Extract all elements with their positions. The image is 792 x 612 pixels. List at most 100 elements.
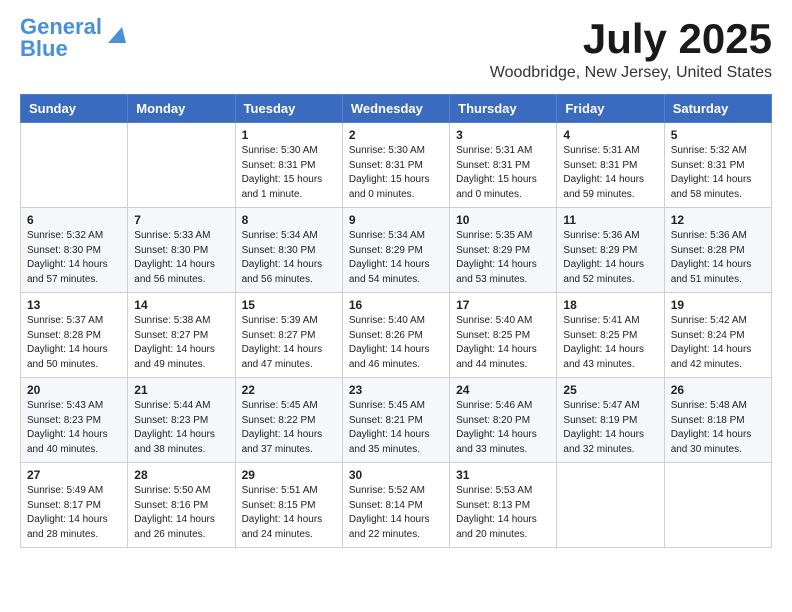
day-info: Sunrise: 5:42 AMSunset: 8:24 PMDaylight:… — [671, 314, 765, 372]
calendar-cell: 1Sunrise: 5:30 AMSunset: 8:31 PMDaylight… — [235, 123, 342, 208]
calendar-cell — [128, 123, 235, 208]
day-number: 22 — [242, 383, 336, 397]
day-info: Sunrise: 5:45 AMSunset: 8:22 PMDaylight:… — [242, 399, 336, 457]
day-info: Sunrise: 5:41 AMSunset: 8:25 PMDaylight:… — [563, 314, 657, 372]
day-info: Sunrise: 5:32 AMSunset: 8:31 PMDaylight:… — [671, 144, 765, 202]
calendar-cell — [557, 463, 664, 548]
calendar-cell: 18 Sunrise: 5:41 AMSunset: 8:25 PMDayligh… — [557, 293, 664, 378]
weekday-header-sunday: Sunday — [21, 95, 128, 123]
day-info: Sunrise: 5:51 AMSunset: 8:15 PMDaylight:… — [242, 484, 336, 542]
day-info: Sunrise: 5:37 AMSunset: 8:28 PMDaylight:… — [27, 314, 121, 372]
day-number: 29 — [242, 468, 336, 482]
logo-text: GeneralBlue — [20, 16, 102, 60]
calendar-week-1: 1Sunrise: 5:30 AMSunset: 8:31 PMDaylight… — [21, 123, 772, 208]
day-number: 26 — [671, 383, 765, 397]
calendar-cell: 10Sunrise: 5:35 AMSunset: 8:29 PMDayligh… — [450, 208, 557, 293]
title-section: July 2025 Woodbridge, New Jersey, United… — [490, 16, 772, 82]
calendar-cell: 6 Sunrise: 5:32 AMSunset: 8:30 PMDaylight… — [21, 208, 128, 293]
day-info: Sunrise: 5:31 AMSunset: 8:31 PMDaylight:… — [563, 144, 657, 202]
calendar-cell: 30 Sunrise: 5:52 AMSunset: 8:14 PMDayligh… — [342, 463, 449, 548]
weekday-header-friday: Friday — [557, 95, 664, 123]
logo: GeneralBlue — [20, 16, 126, 60]
day-info: Sunrise: 5:48 AMSunset: 8:18 PMDaylight:… — [671, 399, 765, 457]
day-number: 6 — [27, 213, 121, 227]
calendar-cell: 17 Sunrise: 5:40 AMSunset: 8:25 PMDayligh… — [450, 293, 557, 378]
day-number: 2 — [349, 128, 443, 142]
calendar-cell: 5 Sunrise: 5:32 AMSunset: 8:31 PMDaylight… — [664, 123, 771, 208]
calendar-cell: 20Sunrise: 5:43 AMSunset: 8:23 PMDayligh… — [21, 378, 128, 463]
day-info: Sunrise: 5:32 AMSunset: 8:30 PMDaylight:… — [27, 229, 121, 287]
day-number: 19 — [671, 298, 765, 312]
page-header: GeneralBlue July 2025 Woodbridge, New Je… — [20, 16, 772, 82]
calendar-cell: 31Sunrise: 5:53 AMSunset: 8:13 PMDayligh… — [450, 463, 557, 548]
calendar-cell — [664, 463, 771, 548]
calendar-cell: 28Sunrise: 5:50 AMSunset: 8:16 PMDayligh… — [128, 463, 235, 548]
day-number: 17 — [456, 298, 550, 312]
calendar-week-5: 27Sunrise: 5:49 AMSunset: 8:17 PMDayligh… — [21, 463, 772, 548]
day-info: Sunrise: 5:33 AMSunset: 8:30 PMDaylight:… — [134, 229, 228, 287]
day-info: Sunrise: 5:46 AMSunset: 8:20 PMDaylight:… — [456, 399, 550, 457]
calendar-cell: 14 Sunrise: 5:38 AMSunset: 8:27 PMDayligh… — [128, 293, 235, 378]
month-title: July 2025 — [490, 16, 772, 62]
weekday-header-tuesday: Tuesday — [235, 95, 342, 123]
calendar-cell: 25Sunrise: 5:47 AMSunset: 8:19 PMDayligh… — [557, 378, 664, 463]
weekday-header-wednesday: Wednesday — [342, 95, 449, 123]
location: Woodbridge, New Jersey, United States — [490, 64, 772, 82]
calendar-cell: 15 Sunrise: 5:39 AMSunset: 8:27 PMDayligh… — [235, 293, 342, 378]
day-number: 16 — [349, 298, 443, 312]
day-number: 27 — [27, 468, 121, 482]
day-number: 25 — [563, 383, 657, 397]
day-number: 15 — [242, 298, 336, 312]
day-info: Sunrise: 5:39 AMSunset: 8:27 PMDaylight:… — [242, 314, 336, 372]
calendar-cell: 24 Sunrise: 5:46 AMSunset: 8:20 PMDayligh… — [450, 378, 557, 463]
day-number: 14 — [134, 298, 228, 312]
calendar-cell: 12Sunrise: 5:36 AMSunset: 8:28 PMDayligh… — [664, 208, 771, 293]
day-info: Sunrise: 5:52 AMSunset: 8:14 PMDaylight:… — [349, 484, 443, 542]
calendar-cell: 22 Sunrise: 5:45 AMSunset: 8:22 PMDayligh… — [235, 378, 342, 463]
calendar-cell: 3 Sunrise: 5:31 AMSunset: 8:31 PMDaylight… — [450, 123, 557, 208]
calendar-cell: 16 Sunrise: 5:40 AMSunset: 8:26 PMDayligh… — [342, 293, 449, 378]
calendar-cell: 27Sunrise: 5:49 AMSunset: 8:17 PMDayligh… — [21, 463, 128, 548]
calendar-cell: 2Sunrise: 5:30 AMSunset: 8:31 PMDaylight… — [342, 123, 449, 208]
day-info: Sunrise: 5:45 AMSunset: 8:21 PMDaylight:… — [349, 399, 443, 457]
day-number: 18 — [563, 298, 657, 312]
day-number: 7 — [134, 213, 228, 227]
calendar-week-2: 6 Sunrise: 5:32 AMSunset: 8:30 PMDaylight… — [21, 208, 772, 293]
calendar-week-4: 20Sunrise: 5:43 AMSunset: 8:23 PMDayligh… — [21, 378, 772, 463]
calendar-cell: 11Sunrise: 5:36 AMSunset: 8:29 PMDayligh… — [557, 208, 664, 293]
weekday-header-thursday: Thursday — [450, 95, 557, 123]
day-number: 3 — [456, 128, 550, 142]
day-info: Sunrise: 5:36 AMSunset: 8:28 PMDaylight:… — [671, 229, 765, 287]
day-info: Sunrise: 5:44 AMSunset: 8:23 PMDaylight:… — [134, 399, 228, 457]
day-number: 4 — [563, 128, 657, 142]
day-number: 23 — [349, 383, 443, 397]
weekday-header-monday: Monday — [128, 95, 235, 123]
day-info: Sunrise: 5:38 AMSunset: 8:27 PMDaylight:… — [134, 314, 228, 372]
calendar-cell: 13Sunrise: 5:37 AMSunset: 8:28 PMDayligh… — [21, 293, 128, 378]
day-info: Sunrise: 5:35 AMSunset: 8:29 PMDaylight:… — [456, 229, 550, 287]
calendar-table: SundayMondayTuesdayWednesdayThursdayFrid… — [20, 94, 772, 548]
day-info: Sunrise: 5:50 AMSunset: 8:16 PMDaylight:… — [134, 484, 228, 542]
day-info: Sunrise: 5:40 AMSunset: 8:26 PMDaylight:… — [349, 314, 443, 372]
day-info: Sunrise: 5:31 AMSunset: 8:31 PMDaylight:… — [456, 144, 550, 202]
calendar-week-3: 13Sunrise: 5:37 AMSunset: 8:28 PMDayligh… — [21, 293, 772, 378]
calendar-cell: 8Sunrise: 5:34 AMSunset: 8:30 PMDaylight… — [235, 208, 342, 293]
day-number: 5 — [671, 128, 765, 142]
day-info: Sunrise: 5:34 AMSunset: 8:30 PMDaylight:… — [242, 229, 336, 287]
calendar-cell: 26 Sunrise: 5:48 AMSunset: 8:18 PMDayligh… — [664, 378, 771, 463]
day-info: Sunrise: 5:36 AMSunset: 8:29 PMDaylight:… — [563, 229, 657, 287]
day-number: 1 — [242, 128, 336, 142]
calendar-cell: 29 Sunrise: 5:51 AMSunset: 8:15 PMDayligh… — [235, 463, 342, 548]
day-info: Sunrise: 5:40 AMSunset: 8:25 PMDaylight:… — [456, 314, 550, 372]
day-number: 30 — [349, 468, 443, 482]
calendar-cell: 23 Sunrise: 5:45 AMSunset: 8:21 PMDayligh… — [342, 378, 449, 463]
calendar-cell — [21, 123, 128, 208]
day-number: 24 — [456, 383, 550, 397]
calendar-cell: 19 Sunrise: 5:42 AMSunset: 8:24 PMDayligh… — [664, 293, 771, 378]
day-info: Sunrise: 5:34 AMSunset: 8:29 PMDaylight:… — [349, 229, 443, 287]
calendar-cell: 21 Sunrise: 5:44 AMSunset: 8:23 PMDayligh… — [128, 378, 235, 463]
weekday-header-saturday: Saturday — [664, 95, 771, 123]
day-number: 21 — [134, 383, 228, 397]
weekday-header-row: SundayMondayTuesdayWednesdayThursdayFrid… — [21, 95, 772, 123]
calendar-cell: 4 Sunrise: 5:31 AMSunset: 8:31 PMDaylight… — [557, 123, 664, 208]
